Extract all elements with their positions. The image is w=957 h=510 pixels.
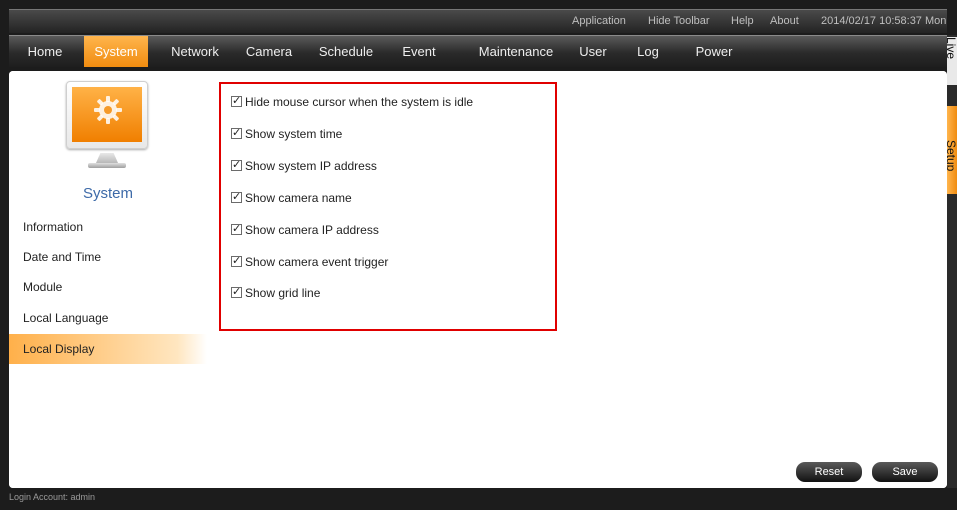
sidebar-item-local-language[interactable]: Local Language: [9, 303, 207, 333]
nav-camera[interactable]: Camera: [241, 36, 297, 67]
tab-setup[interactable]: Setup: [947, 106, 957, 194]
option-label: Show camera event trigger: [245, 255, 389, 269]
tab-live-label: Live: [947, 37, 957, 60]
nav-home[interactable]: Home: [21, 36, 69, 67]
nav-system[interactable]: System: [84, 36, 148, 67]
save-button[interactable]: Save: [872, 462, 938, 482]
nav-event[interactable]: Event: [396, 36, 442, 67]
checkbox[interactable]: [231, 254, 242, 268]
checkbox[interactable]: [231, 190, 242, 204]
monitor-screen: [66, 81, 148, 149]
option-show-system-ip[interactable]: Show system IP address: [231, 158, 377, 174]
login-account-status: Login Account: admin: [9, 492, 96, 502]
checkbox[interactable]: [231, 285, 242, 299]
nav-schedule[interactable]: Schedule: [313, 36, 379, 67]
sidebar-item-local-display[interactable]: Local Display: [9, 334, 207, 364]
nav-power[interactable]: Power: [689, 36, 739, 67]
main-nav: Home System Network Camera Schedule Even…: [9, 35, 947, 67]
option-hide-mouse-cursor[interactable]: Hide mouse cursor when the system is idl…: [231, 94, 473, 110]
content-card: System Information Date and Time Module …: [9, 71, 947, 488]
checkbox[interactable]: [231, 94, 242, 108]
right-tab-rail: [947, 35, 957, 488]
nav-maintenance[interactable]: Maintenance: [473, 36, 559, 67]
nav-log[interactable]: Log: [633, 36, 663, 67]
main-panel: Hide mouse cursor when the system is idl…: [209, 71, 947, 488]
checkbox[interactable]: [231, 222, 242, 236]
option-label: Show camera IP address: [245, 223, 379, 237]
checkbox[interactable]: [231, 158, 242, 172]
top-toolbar: Application Hide Toolbar Help About 2014…: [9, 9, 947, 33]
app-frame: Application Hide Toolbar Help About 2014…: [0, 0, 957, 510]
option-show-grid-line[interactable]: Show grid line: [231, 285, 320, 301]
option-label: Show grid line: [245, 286, 321, 300]
sidebar-item-information[interactable]: Information: [9, 212, 207, 242]
sidebar: System Information Date and Time Module …: [9, 71, 207, 488]
hide-toolbar-link[interactable]: Hide Toolbar: [648, 15, 710, 27]
option-show-system-time[interactable]: Show system time: [231, 126, 342, 142]
reset-button[interactable]: Reset: [796, 462, 862, 482]
about-link[interactable]: About: [770, 15, 799, 27]
application-link[interactable]: Application: [572, 15, 626, 27]
option-label: Show system time: [245, 127, 343, 141]
monitor-base: [88, 163, 126, 168]
gear-icon: [94, 96, 122, 124]
option-show-camera-name[interactable]: Show camera name: [231, 190, 352, 206]
nav-network[interactable]: Network: [166, 36, 224, 67]
nav-user[interactable]: User: [574, 36, 612, 67]
option-label: Show system IP address: [245, 159, 377, 173]
sidebar-title: System: [82, 185, 133, 202]
monitor-gear-icon: [66, 81, 148, 176]
tab-live[interactable]: Live: [947, 37, 957, 85]
system-datetime: 2014/02/17 10:58:37 Mon: [821, 15, 947, 27]
monitor-stand: [96, 153, 118, 163]
help-link[interactable]: Help: [731, 15, 754, 27]
option-show-camera-ip[interactable]: Show camera IP address: [231, 222, 379, 238]
option-label: Hide mouse cursor when the system is idl…: [245, 95, 474, 109]
option-show-camera-event-trigger[interactable]: Show camera event trigger: [231, 254, 388, 270]
sidebar-item-date-and-time[interactable]: Date and Time: [9, 242, 207, 272]
sidebar-item-module[interactable]: Module: [9, 272, 207, 302]
monitor-display: [72, 87, 142, 142]
checkbox[interactable]: [231, 126, 242, 140]
tab-setup-label: Setup: [947, 140, 957, 172]
option-label: Show camera name: [245, 191, 352, 205]
